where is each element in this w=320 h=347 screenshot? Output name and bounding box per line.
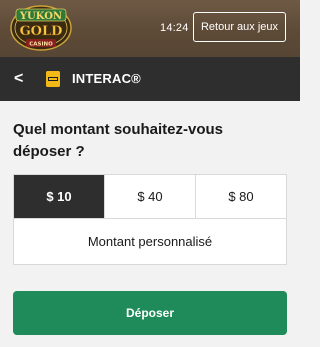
back-to-games-button[interactable]: Retour aux jeux: [193, 12, 286, 42]
deposit-question: Quel montant souhaitez-vous déposer ?: [13, 121, 224, 160]
payment-method-bar: < INTERAC®: [0, 57, 300, 101]
svg-text:CASINO: CASINO: [29, 42, 53, 48]
clock-time: 14:24: [160, 22, 189, 34]
deposit-button[interactable]: Déposer: [13, 291, 287, 335]
payment-method-title: INTERAC®: [72, 71, 141, 86]
interac-logo-icon: [46, 71, 60, 87]
amount-option-80[interactable]: $ 80: [195, 175, 286, 218]
amount-option-10[interactable]: $ 10: [14, 175, 104, 218]
top-header: YUKON GOLD CASINO 14:24 Retour aux jeux: [0, 0, 300, 57]
yukon-gold-casino-logo[interactable]: YUKON GOLD CASINO: [10, 4, 72, 52]
svg-text:YUKON: YUKON: [19, 11, 62, 22]
custom-amount-button[interactable]: Montant personnalisé: [13, 219, 287, 265]
chevron-left-icon[interactable]: <: [14, 70, 30, 88]
preset-amounts: $ 10 $ 40 $ 80: [13, 174, 287, 219]
deposit-panel: Quel montant souhaitez-vous déposer ? $ …: [0, 101, 300, 347]
amount-option-40[interactable]: $ 40: [104, 175, 195, 218]
svg-text:GOLD: GOLD: [20, 24, 63, 39]
